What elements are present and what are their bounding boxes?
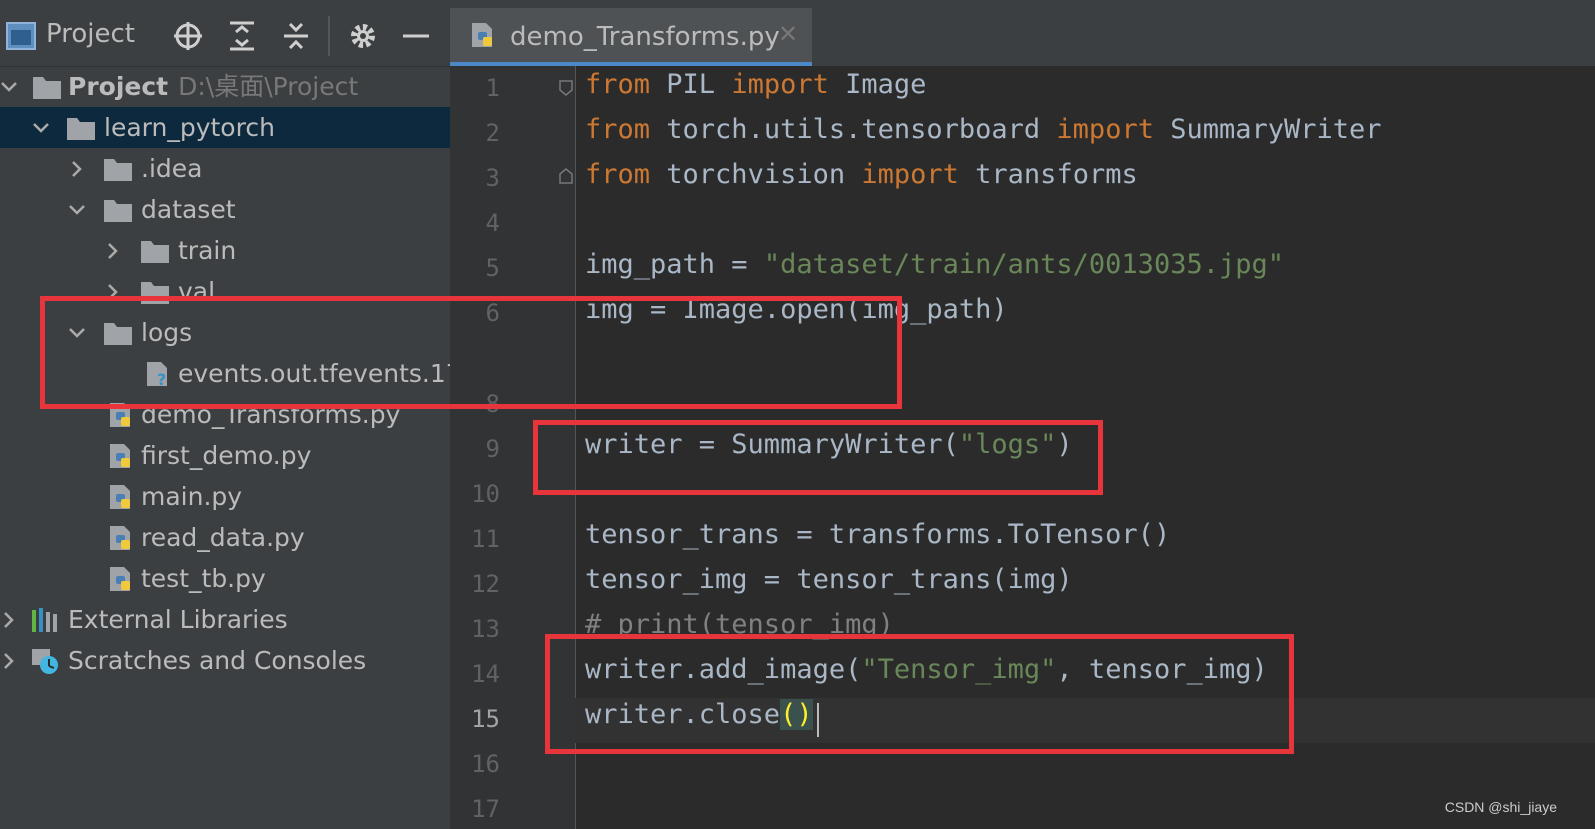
code-string: "dataset/train/ants/0013035.jpg" (763, 249, 1284, 280)
close-icon[interactable]: ✕ (778, 20, 798, 48)
tree-item-label: .idea (141, 154, 203, 183)
tree-item-label: main.py (141, 482, 243, 511)
line-number: 1 (485, 74, 500, 102)
tab-label: demo_Transforms.py (510, 22, 780, 52)
code-token: from (585, 114, 651, 145)
tree-item-label: External Libraries (68, 605, 288, 634)
code-line-3: from torchvision import transforms (585, 159, 1138, 190)
line-number: 2 (485, 119, 500, 147)
line-number: 11 (471, 525, 500, 553)
tree-item-external-libraries[interactable]: External Libraries (0, 599, 450, 640)
locate-target-icon[interactable] (172, 20, 204, 52)
folder-icon (33, 77, 61, 99)
toolbar-separator (328, 16, 330, 56)
tree-item-scratches[interactable]: Scratches and Consoles (0, 640, 450, 681)
code-token: import (861, 159, 959, 190)
folder-icon (104, 200, 132, 222)
tree-item-label: first_demo.py (141, 441, 312, 470)
python-file-icon (110, 567, 130, 591)
tree-item-idea[interactable]: .idea (0, 148, 450, 189)
line-number: 17 (471, 795, 500, 823)
tree-root-path: D:\桌面\Project (178, 72, 359, 101)
line-number: 3 (485, 164, 500, 192)
python-file-icon (110, 485, 130, 509)
tree-item-dataset[interactable]: dataset (0, 189, 450, 230)
line-number: 12 (471, 570, 500, 598)
code-line-12: tensor_img = tensor_trans(img) (585, 564, 1073, 595)
tab-demo-transforms[interactable]: demo_Transforms.py ✕ (450, 8, 812, 66)
code-token: from (585, 69, 651, 100)
code-token: import (731, 69, 829, 100)
line-number: 10 (471, 480, 500, 508)
chevron-right-icon[interactable] (0, 611, 18, 629)
project-toolbar: Project (0, 0, 450, 67)
code-line-11: tensor_trans = transforms.ToTensor() (585, 519, 1171, 550)
code-token: torchvision (650, 159, 862, 190)
library-icon (32, 608, 57, 632)
code-token: import (1056, 114, 1154, 145)
project-panel: Project Project D:\桌面\Project learn_pyto… (0, 0, 932, 829)
tree-root-label: Project (68, 72, 169, 101)
chevron-down-icon[interactable] (68, 201, 86, 219)
line-number: 5 (485, 254, 500, 282)
tree-root-project[interactable]: Project D:\桌面\Project (0, 66, 450, 107)
expand-all-icon[interactable] (226, 20, 258, 52)
tree-item-label: dataset (141, 195, 236, 224)
line-number: 9 (485, 435, 500, 463)
chevron-right-icon[interactable] (0, 652, 18, 670)
line-number: 16 (471, 750, 500, 778)
python-file-icon (472, 23, 492, 47)
annotation-box-writer (533, 420, 1103, 495)
scratches-icon (32, 649, 58, 674)
chevron-right-icon[interactable] (104, 242, 122, 260)
annotation-box-logs (40, 296, 902, 409)
line-number: 13 (471, 615, 500, 643)
chevron-right-icon[interactable] (68, 160, 86, 178)
fold-marker-icon[interactable] (559, 80, 573, 96)
code-token: PIL (650, 69, 732, 100)
code-token: from (585, 159, 651, 190)
python-file-icon (110, 444, 130, 468)
tree-item-learn-pytorch[interactable]: learn_pytorch (0, 107, 450, 148)
gear-icon[interactable] (347, 20, 379, 52)
line-number: 4 (485, 209, 500, 237)
code-line-5: img_path = "dataset/train/ants/0013035.j… (585, 249, 1284, 280)
code-token: SummaryWriter (1153, 114, 1382, 145)
chevron-down-icon[interactable] (32, 119, 50, 137)
code-line-1: from PIL import Image (585, 69, 926, 100)
tree-item-main[interactable]: main.py (0, 476, 450, 517)
tree-item-label: train (178, 236, 237, 265)
code-token: torch.utils.tensorboard (650, 114, 1057, 145)
python-file-icon (110, 526, 130, 550)
folder-icon (104, 159, 132, 181)
line-number: 14 (471, 660, 500, 688)
editor-tab-bar: demo_Transforms.py ✕ (450, 0, 1595, 66)
folder-icon (141, 241, 169, 263)
fold-marker-icon[interactable] (559, 168, 573, 184)
project-panel-title[interactable]: Project (46, 19, 135, 49)
tree-item-first-demo[interactable]: first_demo.py (0, 435, 450, 476)
chevron-down-icon[interactable] (0, 78, 18, 96)
tree-item-train[interactable]: train (0, 230, 450, 271)
watermark: CSDN @shi_jiaye (1444, 799, 1557, 815)
collapse-all-icon[interactable] (280, 20, 312, 52)
code-token: Image (828, 69, 927, 100)
annotation-box-add-image (545, 634, 1294, 754)
tree-item-label: read_data.py (141, 523, 305, 552)
code-line-2: from torch.utils.tensorboard import Summ… (585, 114, 1382, 145)
code-token: transforms (958, 159, 1138, 190)
minimize-icon[interactable] (400, 20, 432, 52)
tree-item-read-data[interactable]: read_data.py (0, 517, 450, 558)
tree-item-label: test_tb.py (141, 564, 266, 593)
project-window-icon[interactable] (6, 22, 36, 50)
folder-icon (67, 118, 95, 140)
tree-item-test-tb[interactable]: test_tb.py (0, 558, 450, 599)
tree-item-label: learn_pytorch (104, 113, 275, 142)
tree-item-label: Scratches and Consoles (68, 646, 367, 675)
code-token: img_path = (585, 249, 764, 280)
line-number: 15 (471, 705, 500, 733)
